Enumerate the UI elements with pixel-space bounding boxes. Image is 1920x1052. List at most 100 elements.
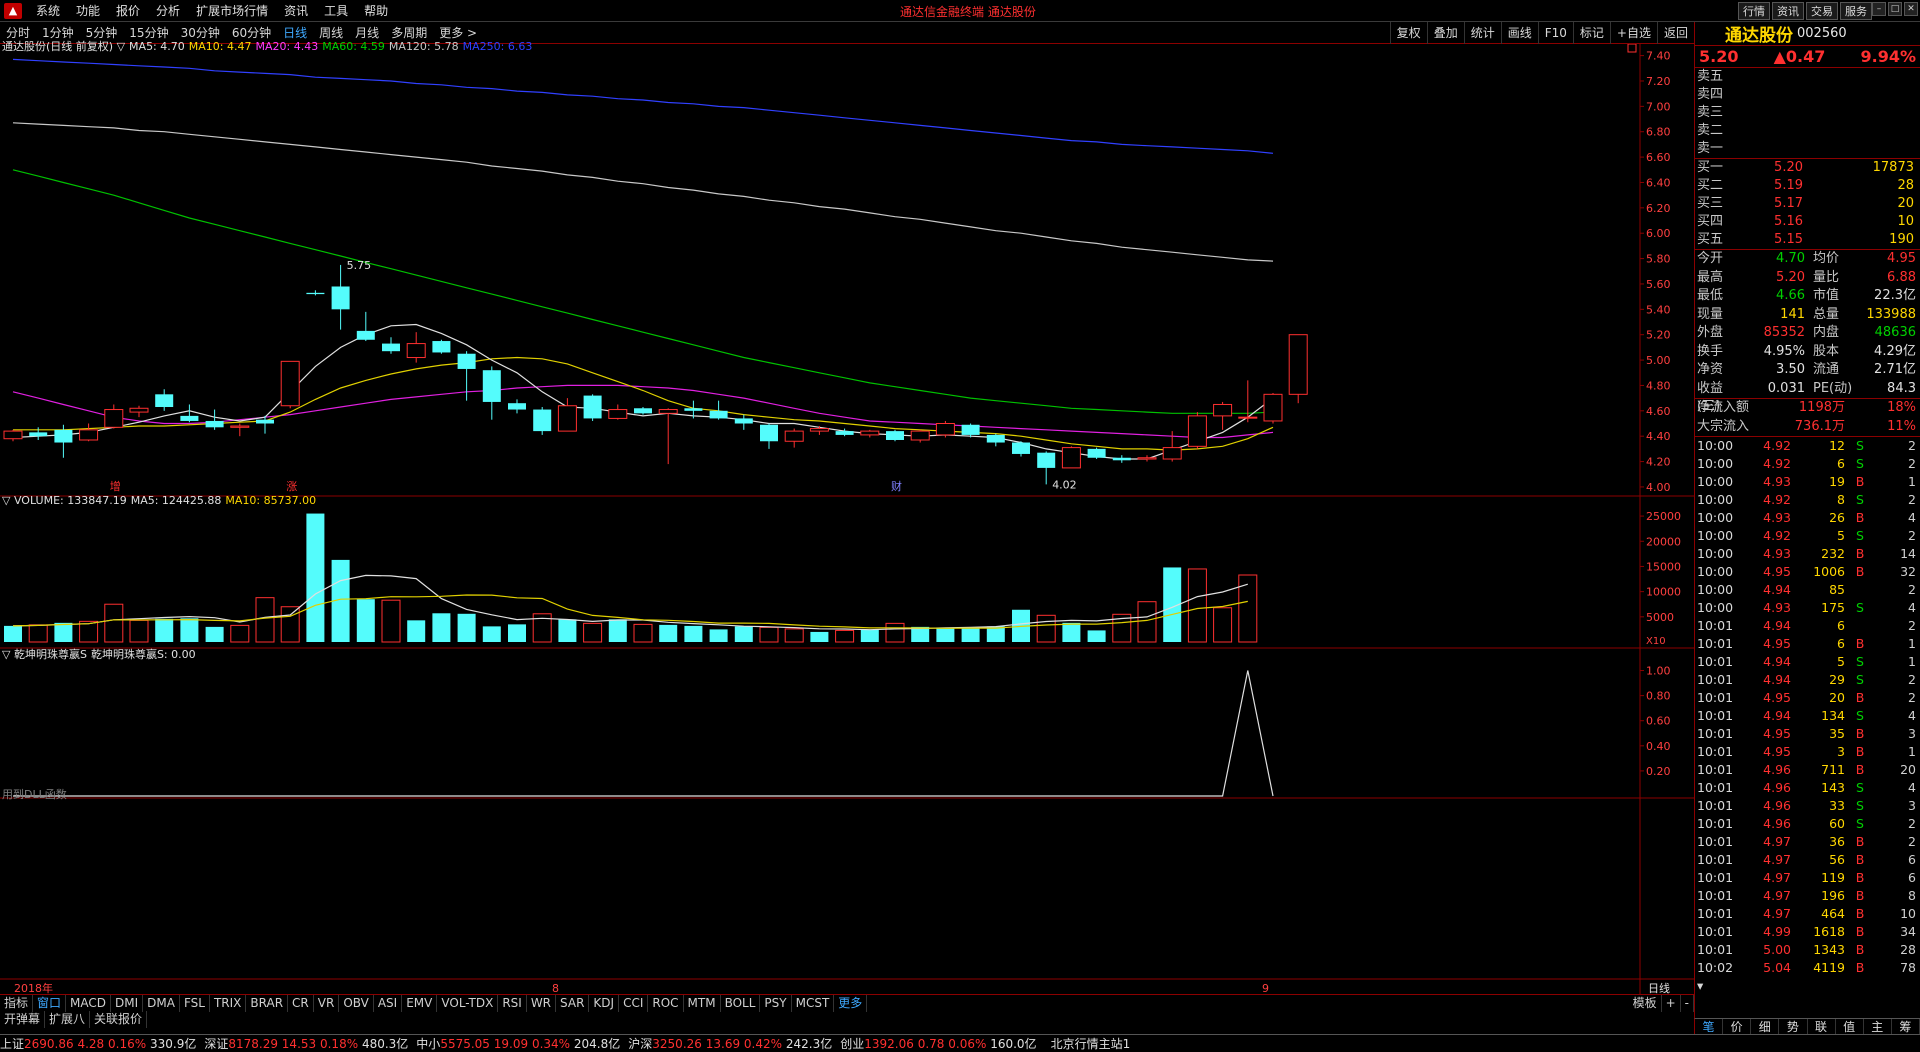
volume-bar — [961, 627, 980, 642]
indicator-tab[interactable]: MTM — [684, 994, 721, 1012]
indicator-tab[interactable]: OBV — [339, 994, 374, 1012]
indicator-tab[interactable]: CR — [288, 994, 314, 1012]
minimize-icon[interactable]: – — [1872, 2, 1886, 16]
tick-side: B — [1855, 726, 1865, 741]
indicator-tab[interactable]: BOLL — [721, 994, 761, 1012]
tick-row: 10:01 4.94 134 S 4 — [1695, 707, 1920, 725]
menu-item[interactable]: 报价 — [108, 0, 148, 22]
volume-bar — [280, 606, 300, 643]
tick-side: S — [1856, 654, 1864, 669]
tick-price: 4.95 — [1763, 690, 1791, 705]
stat-value: 6.88 — [1887, 269, 1916, 285]
tick-count: 78 — [1900, 960, 1916, 975]
index-change: 13.69 — [705, 1037, 741, 1051]
window-controls: – □ ✕ — [1872, 2, 1918, 16]
indicator-tab[interactable]: SAR — [556, 994, 590, 1012]
sell-level: 卖四 — [1695, 86, 1920, 104]
indicator-tab[interactable]: ROC — [648, 994, 684, 1012]
indicator-tab[interactable]: RSI — [498, 994, 527, 1012]
menu-item[interactable]: 系统 — [28, 0, 68, 22]
chart-tool-button[interactable]: 画线 — [1500, 22, 1538, 44]
tick-volume: 3 — [1837, 744, 1845, 759]
bottom-tab[interactable]: 扩展八 — [45, 1011, 91, 1028]
chart-tool-button[interactable]: 统计 — [1463, 22, 1501, 44]
indicator-tab[interactable]: BRAR — [246, 994, 289, 1012]
chart-canvas[interactable]: 7.40 7.20 7.00 6.80 6.60 6.40 6.20 6.00 5.80 5.60… — [0, 44, 1694, 994]
event-mark: 财 — [891, 479, 902, 493]
price-tick-label: 4.60 — [1646, 405, 1671, 418]
quote-tab[interactable]: 势 — [1779, 1019, 1808, 1034]
chart-tool-button[interactable]: 标记 — [1572, 22, 1610, 44]
menu-item[interactable]: 帮助 — [356, 0, 396, 22]
indicator-tick-label: 0.60 — [1646, 715, 1671, 728]
top-button[interactable]: 交易 — [1806, 2, 1838, 20]
top-button[interactable]: 行情 — [1738, 2, 1770, 20]
indicator-tab[interactable]: ASI — [374, 994, 403, 1012]
indicator-tab[interactable]: EMV — [402, 994, 438, 1012]
tick-price: 4.96 — [1763, 798, 1791, 813]
tick-time: 10:01 — [1697, 636, 1734, 651]
level-price: 5.19 — [1774, 178, 1803, 193]
quote-tab[interactable]: 筹 — [1892, 1019, 1920, 1034]
stat-value: 48636 — [1874, 325, 1916, 340]
kline-chart-area[interactable]: 7.40 7.20 7.00 6.80 6.60 6.40 6.20 6.00 5.80 5.60… — [0, 40, 1694, 994]
indicator-tab[interactable]: CCI — [619, 994, 649, 1012]
menu-item[interactable]: 分析 — [148, 0, 188, 22]
stat-value: 141 — [1780, 306, 1805, 322]
tick-volume: 26 — [1829, 510, 1845, 525]
candle-body — [658, 409, 678, 414]
indicator-right-button[interactable]: 模板 — [1629, 994, 1662, 1012]
menu-item[interactable]: 功能 — [68, 0, 108, 22]
indicator-tab[interactable]: 更多 — [834, 994, 868, 1012]
quote-tab[interactable]: 价 — [1723, 1019, 1752, 1034]
indicator-tab[interactable]: DMA — [143, 994, 180, 1012]
indicator-tab[interactable]: MACD — [66, 994, 112, 1012]
volume-legend: ▽ VOLUME: 133847.19 MA5: 124425.88 MA10: 8… — [2, 494, 320, 507]
flow-label: 净流入额 — [1697, 400, 1750, 415]
indicator-tab[interactable]: KDJ — [589, 994, 620, 1012]
indicator-tab[interactable]: FSL — [180, 994, 210, 1012]
indicator-tab[interactable]: VR — [314, 994, 340, 1012]
chart-tool-button[interactable]: +自选 — [1609, 22, 1657, 44]
bottom-tab[interactable]: 开弹幕 — [0, 1011, 46, 1028]
indicator-right-button[interactable]: + — [1662, 994, 1681, 1012]
indicator-tab[interactable]: TRIX — [210, 994, 247, 1012]
candle-body — [910, 430, 930, 441]
quote-tab[interactable]: 笔 — [1695, 1019, 1724, 1034]
top-button[interactable]: 资讯 — [1772, 2, 1804, 20]
indicator-tab[interactable]: 窗口 — [33, 994, 67, 1012]
indicator-tab[interactable]: MCST — [792, 994, 835, 1012]
tick-list[interactable]: 10:00 4.92 12 S 2 10:00 4.92 6 S 2 10:00 4.93 19 B 1 10… — [1695, 437, 1920, 993]
price-tick-label: 5.60 — [1646, 278, 1671, 291]
indicator-tab[interactable]: 指标 — [0, 994, 34, 1012]
indicator-right-button[interactable]: - — [1681, 994, 1694, 1012]
menu-item[interactable]: 扩展市场行情 — [188, 0, 276, 22]
chart-tool-button[interactable]: F10 — [1537, 22, 1573, 44]
maximize-icon[interactable]: □ — [1888, 2, 1902, 16]
tick-price: 4.93 — [1763, 546, 1791, 561]
chart-tool-button[interactable]: 叠加 — [1426, 22, 1464, 44]
top-button[interactable]: 服务 — [1840, 2, 1872, 20]
close-icon[interactable]: ✕ — [1904, 2, 1918, 16]
quote-tab[interactable]: 细 — [1751, 1019, 1780, 1034]
quote-tab[interactable]: 主 — [1864, 1019, 1892, 1034]
tick-side: S — [1856, 456, 1864, 471]
tick-count: 20 — [1900, 762, 1916, 777]
indicator-tab[interactable]: WR — [527, 994, 557, 1012]
quote-tab[interactable]: 联 — [1808, 1019, 1836, 1034]
indicator-tab[interactable]: VOL-TDX — [437, 994, 499, 1012]
tick-volume: 35 — [1829, 726, 1845, 741]
chart-tool-button[interactable]: 复权 — [1389, 22, 1427, 44]
indicator-tab[interactable]: PSY — [760, 994, 792, 1012]
buy-level: 买五 5.15 190 — [1695, 231, 1920, 249]
stat-row: 今开 4.70 均价 4.95 — [1695, 250, 1920, 269]
indicator-tab[interactable]: DMI — [111, 994, 144, 1012]
menu-item[interactable]: 资讯 — [276, 0, 316, 22]
bottom-tab[interactable]: 关联报价 — [90, 1011, 148, 1028]
flow-pct: 18% — [1887, 400, 1916, 415]
quote-tab[interactable]: 值 — [1836, 1019, 1864, 1034]
chart-tool-button[interactable]: 返回 — [1656, 22, 1694, 44]
menu-item[interactable]: 工具 — [316, 0, 356, 22]
candle-body — [205, 420, 224, 428]
volume-bar — [583, 622, 603, 643]
